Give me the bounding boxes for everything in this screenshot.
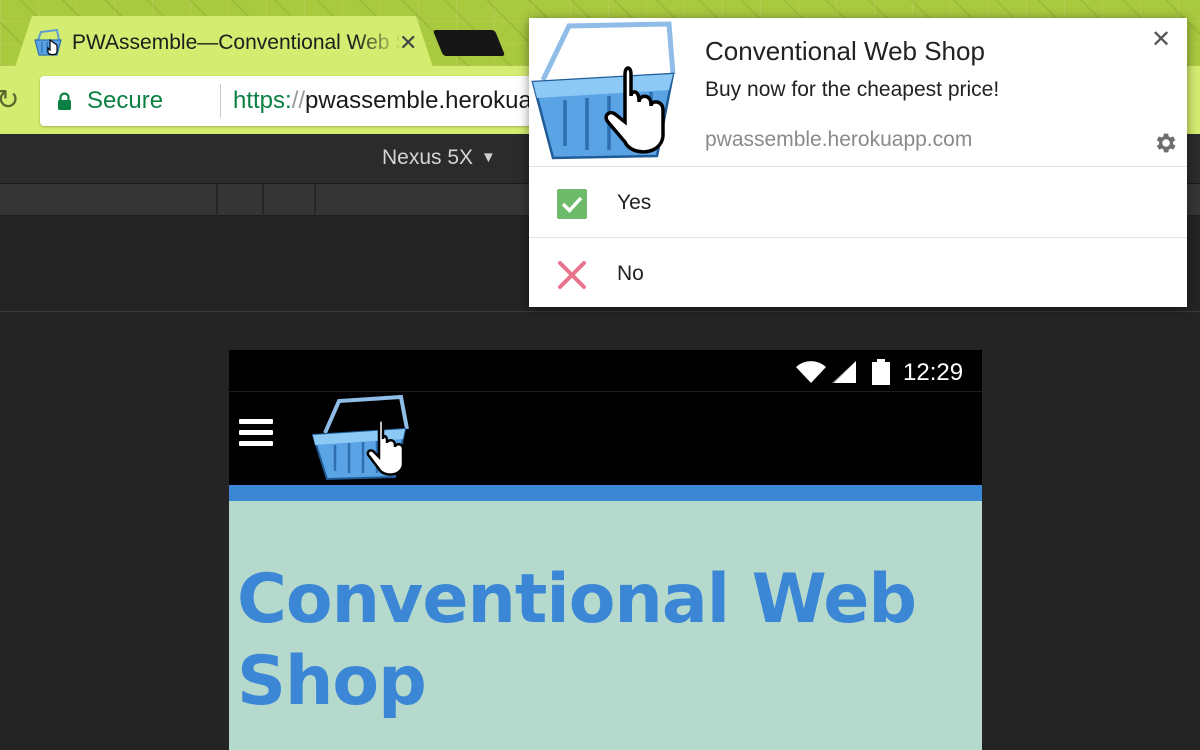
notification-body: Buy now for the cheapest price! [705,78,1000,101]
battery-icon [872,359,890,385]
action-label-yes: Yes [617,191,652,214]
notification-origin: pwassemble.herokuapp.com [705,128,973,151]
push-notification[interactable]: Conventional Web Shop Buy now for the ch… [529,18,1187,307]
status-clock: 12:29 [903,359,964,386]
stage-divider [0,311,1200,312]
new-tab-button[interactable] [432,30,506,56]
lock-icon [58,92,71,110]
device-selector[interactable]: Nexus 5X ▼ [382,146,496,170]
url-slashes: // [291,87,306,114]
notification-title: Conventional Web Shop [705,36,985,66]
shopping-basket-logo[interactable] [309,393,413,485]
browser-tab[interactable]: PWAssemble—Conventional Web Shop ✕ [14,16,434,70]
wifi-icon [796,361,826,383]
device-name: Nexus 5X [382,146,474,169]
hero-section: Conventional Web Shop [229,501,982,750]
cross-icon [558,261,586,289]
checkmark-icon [557,189,587,219]
address-bar[interactable]: Secure https://pwassemble.herokuapp.com [40,76,580,126]
notification-action-yes[interactable]: Yes [529,166,1187,238]
emulated-phone-viewport: 12:29 Conventional Web Shop [229,350,982,750]
url-text: https://pwassemble.herokuapp.com [233,87,580,115]
ruler-segment[interactable] [314,184,316,216]
tab-title: PWAssemble—Conventional Web Shop [72,31,402,54]
url-scheme: https: [233,87,292,114]
gear-icon[interactable] [1152,130,1178,156]
shopping-basket-icon [531,21,676,160]
notification-action-no[interactable]: No [529,237,1187,309]
ruler-segment[interactable] [262,184,264,216]
action-label-no: No [617,262,644,285]
accent-bar [229,485,982,501]
shopping-basket-icon [34,28,62,56]
hero-title: Conventional Web Shop [237,560,917,721]
menu-icon[interactable] [239,419,273,447]
cell-signal-icon [832,361,856,383]
omnibox-divider [220,84,221,118]
security-label: Secure [87,87,164,114]
app-header [229,393,982,485]
ruler-segment[interactable] [216,184,218,216]
reload-icon[interactable]: ↻ [0,86,19,114]
android-status-bar: 12:29 [229,350,982,392]
chevron-down-icon: ▼ [481,149,496,166]
close-icon[interactable]: ✕ [1151,28,1171,52]
tab-close-icon[interactable]: ✕ [399,28,417,58]
